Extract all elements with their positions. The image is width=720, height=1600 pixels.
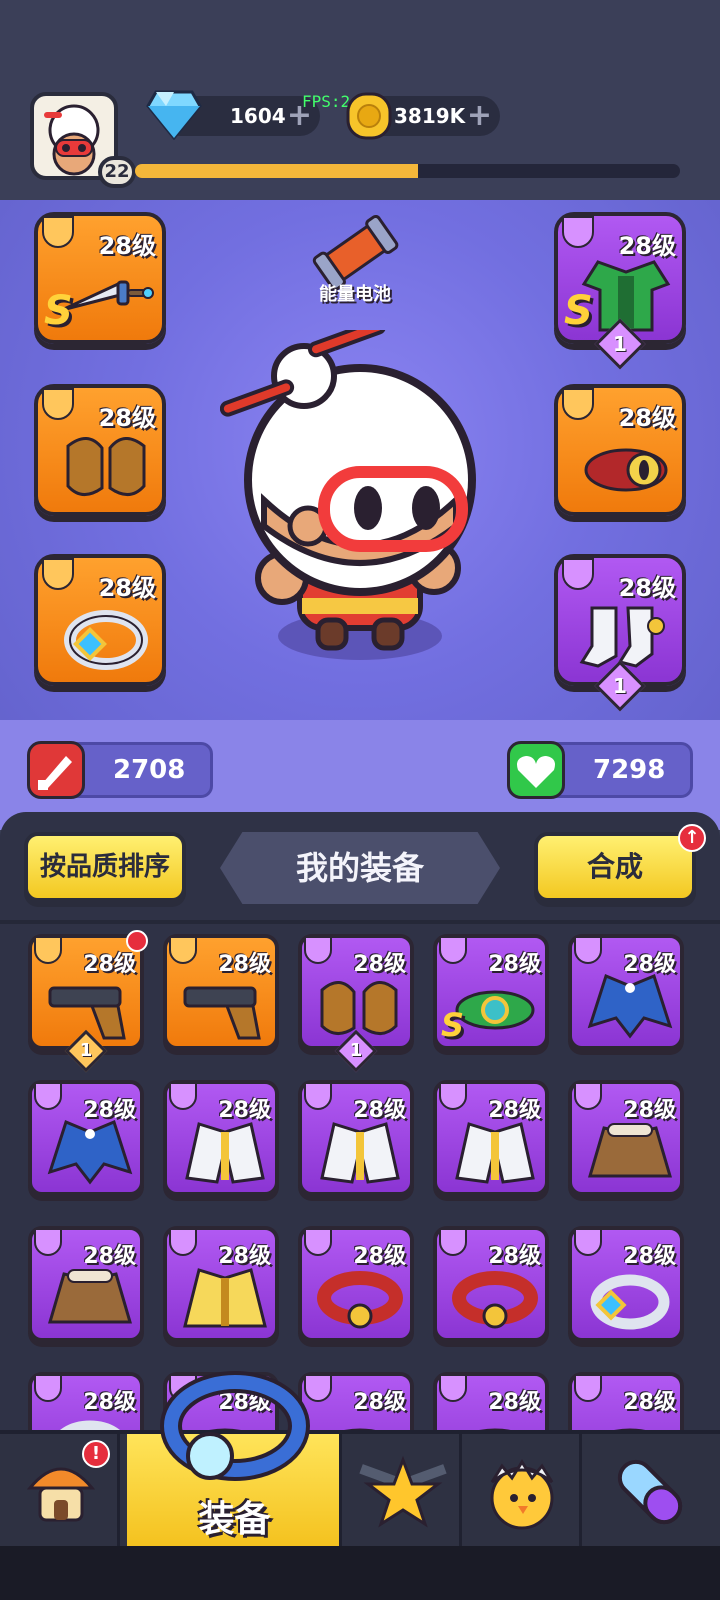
boots-icon — [579, 606, 665, 668]
player-level-badge: 22 — [98, 156, 136, 188]
inventory-divider — [0, 920, 720, 924]
xp-progress-bar — [135, 164, 680, 178]
item-type-icon — [304, 1082, 332, 1110]
inventory-item[interactable]: 28级 — [433, 1080, 549, 1196]
nav-item-tab[interactable] — [582, 1434, 720, 1546]
gem-counter[interactable]: 1604 + — [146, 90, 320, 140]
item-type-icon — [574, 1228, 602, 1256]
capsule-pill-icon — [617, 1459, 683, 1525]
inventory-item[interactable]: 28级 — [163, 1080, 279, 1196]
item-type-icon — [34, 936, 62, 964]
equip-slot-armor[interactable]: 28级 S 1 — [554, 212, 686, 370]
system-bar — [0, 1546, 720, 1600]
rank-s-badge: S — [441, 1006, 465, 1044]
add-coins-button[interactable]: + — [467, 96, 492, 136]
item-type-icon — [304, 936, 332, 964]
nav-pet-tab[interactable] — [462, 1434, 582, 1546]
gloves-type-icon — [42, 388, 74, 420]
belt-icon — [584, 448, 668, 492]
item-type-icon — [439, 936, 467, 964]
health-value: 7298 — [593, 755, 666, 785]
item-type-icon — [169, 1082, 197, 1110]
inventory-item[interactable]: 28级 — [568, 1080, 684, 1196]
inventory-item[interactable]: 28级 1 — [28, 930, 148, 1073]
nav-equipment-label: 装备 — [198, 1499, 271, 1540]
attack-value: 2708 — [113, 755, 186, 785]
item-type-icon — [34, 1374, 62, 1402]
health-stat: 7298 — [507, 741, 693, 799]
equip-slot-weapon[interactable]: 28级 S — [34, 212, 166, 344]
weapon-type-icon — [42, 216, 74, 248]
belt-type-icon — [562, 388, 594, 420]
inventory-item[interactable]: 28级 — [568, 934, 684, 1050]
merge-notification-badge: ↑ — [678, 824, 706, 852]
item-type-icon — [574, 1082, 602, 1110]
inventory-item[interactable]: 28级 — [298, 1080, 414, 1196]
item-type-icon — [169, 936, 197, 964]
inventory-item[interactable]: 28级 1 — [298, 934, 414, 1073]
nav-battle-tab[interactable] — [342, 1434, 462, 1546]
heart-icon — [507, 741, 565, 799]
mushroom-house-icon — [26, 1467, 96, 1522]
item-type-icon — [574, 1374, 602, 1402]
rank-s-badge: S — [564, 288, 593, 334]
armor-type-icon — [562, 216, 594, 248]
inventory-item[interactable]: 28级 — [298, 1226, 414, 1342]
inventory-item[interactable]: 28级 — [28, 1226, 144, 1342]
ring-icon — [64, 610, 148, 670]
coin-amount: 3819K — [394, 104, 466, 128]
sort-by-quality-button[interactable]: 按品质排序 — [24, 832, 186, 902]
item-type-icon — [439, 1374, 467, 1402]
attack-stat: 2708 — [27, 741, 213, 799]
coin-counter[interactable]: 3819K + — [346, 92, 500, 140]
sword-attack-icon — [27, 741, 85, 799]
equip-slot-gloves[interactable]: 28级 — [34, 384, 166, 516]
gloves-icon — [66, 437, 146, 496]
star-guns-icon — [359, 1455, 447, 1528]
new-item-dot — [126, 930, 148, 952]
inventory-item[interactable]: 28级 S — [433, 934, 549, 1050]
hero-character[interactable] — [220, 330, 500, 670]
equip-slot-boots[interactable]: 28级 1 — [554, 554, 686, 712]
blue-ring-icon — [160, 1371, 310, 1481]
item-type-icon — [439, 1082, 467, 1110]
item-type-icon — [304, 1228, 332, 1256]
boots-type-icon — [562, 558, 594, 590]
inventory-item[interactable]: 28级 — [433, 1226, 549, 1342]
inventory-item[interactable]: 28级 — [568, 1226, 684, 1342]
inventory-title: 我的装备 — [220, 832, 500, 904]
coin-icon — [346, 92, 392, 140]
item-type-icon — [34, 1228, 62, 1256]
inventory-item[interactable]: 28级 — [28, 1080, 144, 1196]
inventory-item[interactable]: 28级 — [163, 1226, 279, 1342]
equip-slot-belt[interactable]: 28级 — [554, 384, 686, 516]
rank-s-badge: S — [44, 288, 73, 334]
battery-label: 能量电池 — [319, 284, 391, 305]
diamond-icon — [146, 90, 202, 140]
xp-progress-fill — [135, 164, 419, 178]
merge-button[interactable]: 合成 — [534, 832, 696, 902]
shop-alert-badge: ! — [82, 1440, 110, 1468]
inventory-item[interactable]: 28级 — [163, 934, 279, 1050]
ring-type-icon — [42, 558, 74, 590]
item-type-icon — [34, 1082, 62, 1110]
gem-amount: 1604 — [230, 104, 286, 128]
item-type-icon — [169, 1228, 197, 1256]
hatching-chick-icon — [490, 1459, 554, 1530]
equip-slot-ring[interactable]: 28级 — [34, 554, 166, 686]
item-type-icon — [574, 936, 602, 964]
item-type-icon — [439, 1228, 467, 1256]
